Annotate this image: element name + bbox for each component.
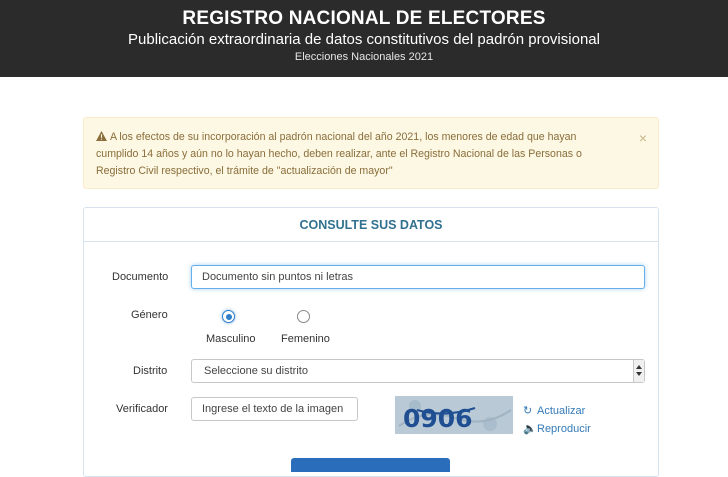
masculino-label: Masculino bbox=[206, 333, 256, 345]
documento-placeholder: Documento sin puntos ni letras bbox=[202, 271, 354, 283]
distrito-label: Distrito bbox=[133, 365, 168, 377]
captcha-graphic: 0906 bbox=[395, 396, 513, 434]
page-title: REGISTRO NACIONAL DE ELECTORES bbox=[182, 8, 546, 29]
refresh-captcha-link[interactable]: ↻ Actualizar bbox=[523, 404, 585, 417]
play-audio-link[interactable]: 🔈Reproducir bbox=[523, 422, 591, 435]
radio-masculino[interactable] bbox=[222, 310, 235, 323]
verificador-label: Verificador bbox=[116, 403, 168, 415]
radio-femenino[interactable] bbox=[297, 310, 310, 323]
refresh-icon: ↻ bbox=[523, 405, 533, 417]
site-header: REGISTRO NACIONAL DE ELECTORES Publicaci… bbox=[0, 0, 728, 77]
submit-button[interactable] bbox=[291, 458, 450, 472]
panel-heading: CONSULTE SUS DATOS bbox=[84, 208, 658, 242]
verificador-placeholder: Ingrese el texto de la imagen bbox=[202, 403, 344, 415]
select-arrows-icon bbox=[633, 360, 644, 382]
captcha-text: 0906 bbox=[403, 404, 473, 433]
play-label: Reproducir bbox=[537, 423, 591, 435]
speaker-icon: 🔈 bbox=[523, 423, 537, 435]
page-subtitle: Publicación extraordinaria de datos cons… bbox=[128, 31, 600, 48]
femenino-label: Femenino bbox=[281, 333, 330, 345]
distrito-select[interactable]: Seleccione su distrito bbox=[191, 359, 645, 383]
genero-label: Género bbox=[131, 309, 168, 321]
alert-text: A los efectos de su incorporación al pad… bbox=[96, 131, 582, 177]
consult-panel: CONSULTE SUS DATOS bbox=[83, 207, 659, 477]
captcha-image: 0906 bbox=[395, 396, 513, 434]
close-icon[interactable]: × bbox=[639, 130, 647, 147]
election-label: Elecciones Nacionales 2021 bbox=[294, 51, 434, 63]
distrito-value: Seleccione su distrito bbox=[204, 365, 308, 377]
documento-label: Documento bbox=[112, 271, 169, 283]
refresh-label: Actualizar bbox=[537, 405, 586, 417]
warning-icon bbox=[96, 131, 107, 141]
documento-input[interactable]: Documento sin puntos ni letras bbox=[191, 265, 645, 289]
warning-alert: A los efectos de su incorporación al pad… bbox=[83, 117, 659, 189]
verificador-input[interactable]: Ingrese el texto de la imagen bbox=[191, 397, 358, 421]
